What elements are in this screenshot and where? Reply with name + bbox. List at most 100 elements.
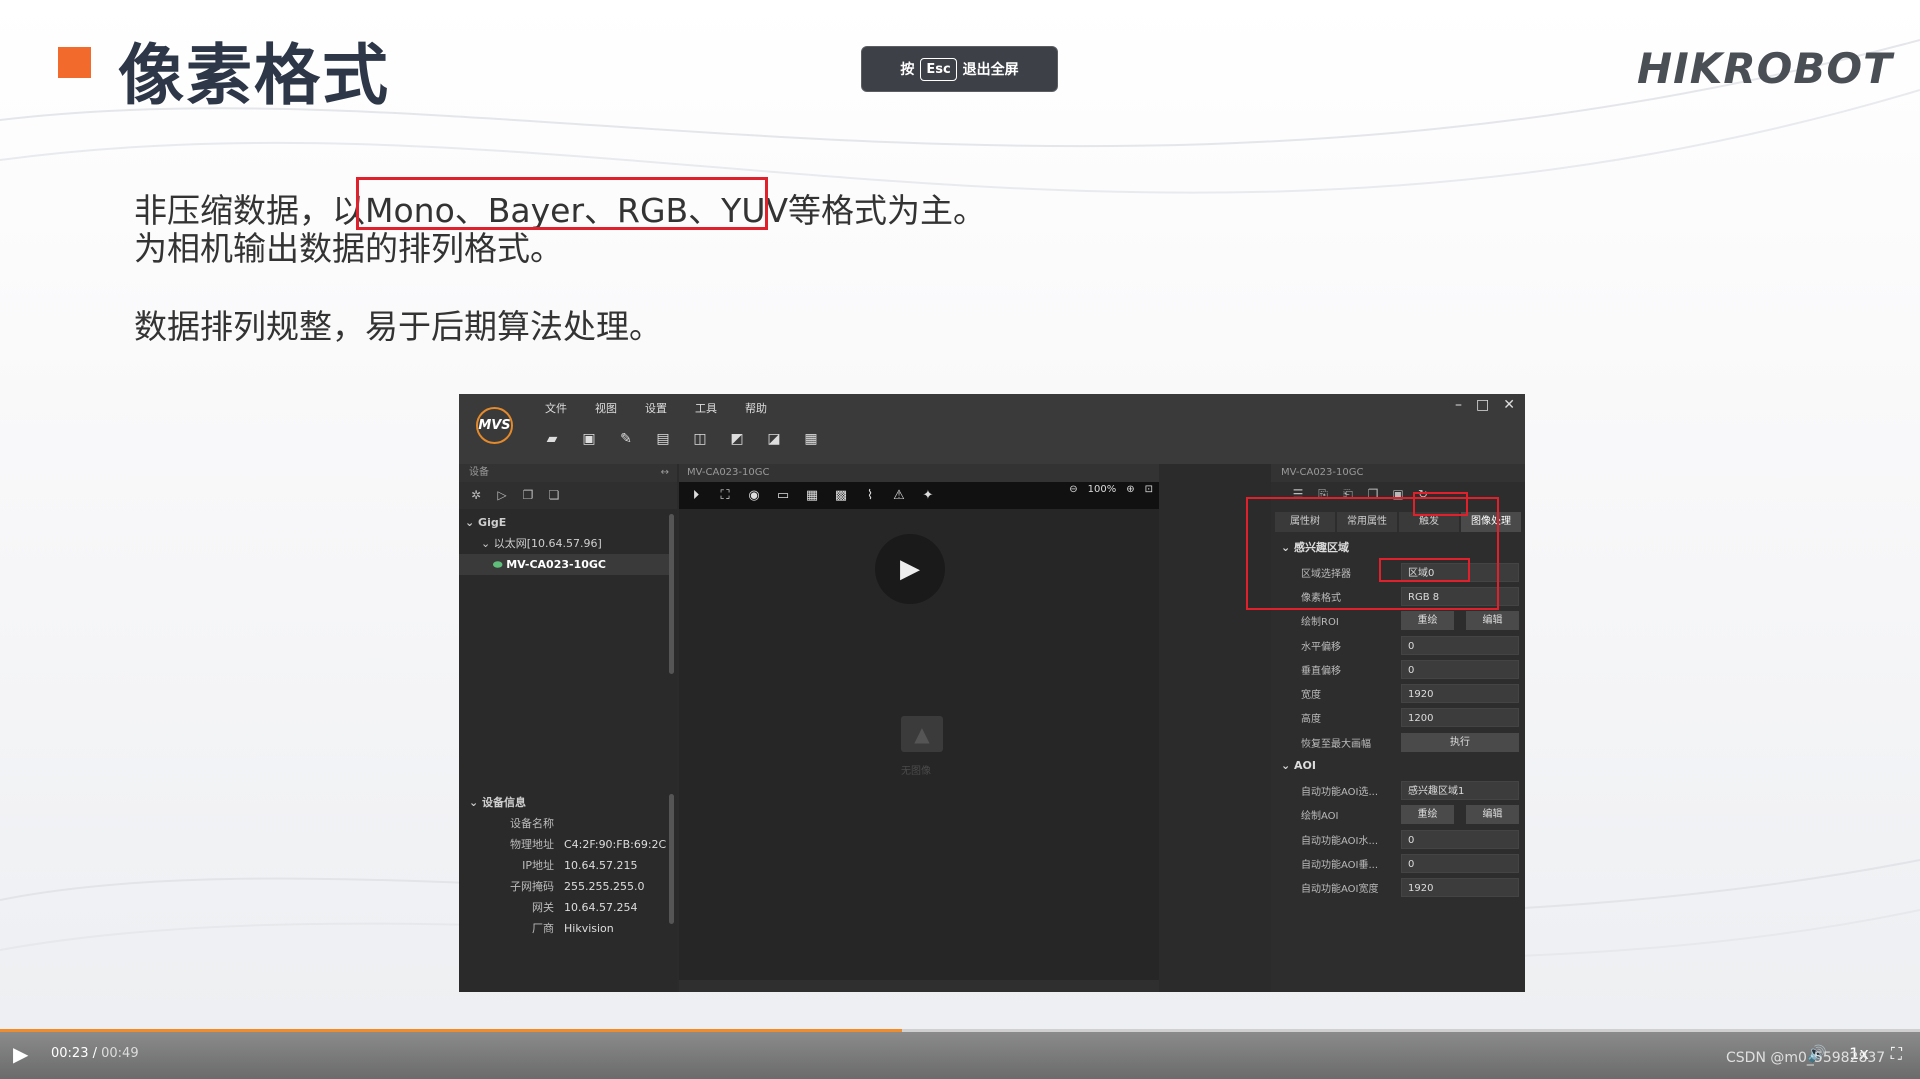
aoi-width-stepper[interactable]: 1920	[1401, 878, 1519, 898]
menu-file[interactable]: 文件	[545, 400, 567, 416]
menu: 文件 视图 设置 工具 帮助	[545, 400, 767, 416]
menu-tools[interactable]: 工具	[695, 400, 717, 416]
menu-help[interactable]: 帮助	[745, 400, 767, 416]
tree-network[interactable]: ⌄ 以太网[10.64.57.96]	[459, 533, 669, 554]
info-row: IP地址 10.64.57.215	[459, 855, 669, 876]
exit-fullscreen-hint[interactable]: 按 Esc 退出全屏	[861, 46, 1058, 92]
prop-label: 绘制ROI	[1301, 617, 1339, 629]
grid-icon[interactable]: ▦	[803, 487, 821, 505]
esc-key: Esc	[920, 57, 957, 81]
rgb-icon[interactable]: ✦	[919, 487, 937, 505]
edit-roi-button[interactable]: 编辑	[1466, 611, 1519, 631]
prop-label: 宽度	[1301, 690, 1321, 702]
info-scrollbar[interactable]	[669, 794, 674, 924]
crop-icon[interactable]: ⛶	[716, 487, 734, 505]
pixel-format-highlight-box	[1379, 558, 1470, 582]
zoom-out-icon[interactable]: ⊖	[1069, 484, 1077, 495]
camera-icon[interactable]: ◉	[745, 487, 763, 505]
viewer-title: MV-CA023-10GC	[679, 464, 1159, 482]
zoom-controls: ⊖ 100% ⊕ ⊡	[1069, 484, 1153, 495]
current-time: 00:23	[51, 1046, 89, 1061]
prop-label: 自动功能AOI水...	[1301, 835, 1379, 847]
record-icon[interactable]: ▭	[774, 487, 792, 505]
info-value: 10.64.57.215	[564, 859, 638, 872]
slide-title: 像素格式	[118, 37, 390, 114]
edit-aoi-button[interactable]: 编辑	[1466, 805, 1519, 825]
prop-row: 自动功能AOI选... 感兴趣区域1	[1271, 778, 1525, 802]
warning-icon[interactable]: ⚠	[890, 487, 908, 505]
window-icon[interactable]: ◫	[690, 429, 710, 449]
prop-row: 自动功能AOI垂... 0	[1271, 851, 1525, 875]
edit-icon[interactable]: ✎	[616, 429, 636, 449]
watermark: CSDN @m0_55982837	[1726, 1050, 1886, 1066]
waveform-icon[interactable]: ◩	[727, 429, 747, 449]
slide: 像素格式 按 Esc 退出全屏 HIKROBOT 非压缩数据，以Mono、Bay…	[0, 0, 1920, 1079]
video-play-button[interactable]: ▶	[875, 534, 945, 604]
grid-fine-icon[interactable]: ▩	[832, 487, 850, 505]
image-icon[interactable]: ◪	[764, 429, 784, 449]
fit-icon[interactable]: ⊡	[1145, 484, 1153, 495]
aoi-offset-x-stepper[interactable]: 0	[1401, 829, 1519, 849]
play-icon[interactable]: ▶	[13, 1042, 33, 1066]
redraw-roi-button[interactable]: 重绘	[1401, 611, 1454, 631]
height-stepper[interactable]: 1200	[1401, 708, 1519, 728]
save-icon[interactable]: ▣	[579, 429, 599, 449]
esc-prefix: 按	[900, 62, 915, 78]
info-row: 网关 10.64.57.254	[459, 897, 669, 918]
fullscreen-icon[interactable]: ⛶	[1891, 1044, 1902, 1064]
device-scrollbar[interactable]	[669, 514, 674, 674]
no-image-label: 无图像	[901, 766, 931, 777]
mvs-logo: MVS	[476, 407, 513, 444]
tree-group[interactable]: ⌄ GigE	[459, 512, 669, 533]
info-row: 物理地址 C4:2F:90:FB:69:2C	[459, 834, 669, 855]
aoi-offset-y-stepper[interactable]: 0	[1401, 853, 1519, 873]
execute-button[interactable]: 执行	[1401, 732, 1519, 752]
prop-label: 恢复至最大画幅	[1301, 738, 1371, 750]
play-icon[interactable]: ▷	[495, 488, 509, 502]
width-stepper[interactable]: 1920	[1401, 684, 1519, 704]
info-value: 255.255.255.0	[564, 880, 645, 893]
open-folder-icon[interactable]: ▰	[542, 429, 562, 449]
esc-suffix: 退出全屏	[962, 62, 1019, 78]
offset-y-stepper[interactable]: 0	[1401, 659, 1519, 679]
display-icon[interactable]: ▤	[653, 429, 673, 449]
redraw-aoi-button[interactable]: 重绘	[1401, 805, 1454, 825]
collapse-icon[interactable]: ↔	[661, 464, 669, 482]
progress-fill	[0, 1029, 903, 1032]
play-circle-icon[interactable]: ⏵	[687, 487, 705, 505]
maximize-icon[interactable]: □	[1476, 397, 1489, 413]
minimize-icon[interactable]: –	[1455, 397, 1462, 413]
progress-bar[interactable]	[0, 1029, 1920, 1032]
viewer-scrollbar[interactable]	[679, 980, 1159, 992]
document-icon[interactable]: ▦	[801, 429, 821, 449]
total-time: 00:49	[101, 1046, 139, 1061]
zoom-in-icon[interactable]: ⊕	[1126, 484, 1134, 495]
copy-icon[interactable]: ❐	[521, 488, 535, 502]
active-tab-highlight-box	[1413, 492, 1468, 516]
offset-x-stepper[interactable]: 0	[1401, 635, 1519, 655]
mvs-app-window: MVS 文件 视图 设置 工具 帮助 – □ ✕ ▰ ▣ ✎ ▤ ◫ ◩ ◪ ▦…	[459, 394, 1525, 992]
info-key: 物理地址	[510, 838, 554, 851]
chevron-down-icon: ⌄	[1281, 759, 1295, 773]
connect-icon[interactable]: ✲	[469, 488, 483, 502]
info-row: 子网掩码 255.255.255.0	[459, 876, 669, 897]
menu-settings[interactable]: 设置	[645, 400, 667, 416]
aoi-selector[interactable]: 感兴趣区域1	[1401, 781, 1519, 801]
image-viewer: MV-CA023-10GC ⏵ ⛶ ◉ ▭ ▦ ▩ ⌇ ⚠ ✦ ⊖ 100% ⊕…	[679, 464, 1159, 992]
chart-icon[interactable]: ⌇	[861, 487, 879, 505]
hikrobot-logo: HIKROBOT	[1637, 44, 1893, 93]
section-aoi[interactable]: ⌄ AOI	[1271, 754, 1525, 778]
info-row: 厂商 Hikvision	[459, 918, 669, 939]
prop-row: 高度 1200	[1271, 706, 1525, 730]
prop-label: 高度	[1301, 714, 1321, 726]
menu-view[interactable]: 视图	[595, 400, 617, 416]
tree-device[interactable]: ⬬ MV-CA023-10GC	[459, 554, 669, 575]
close-icon[interactable]: ✕	[1503, 397, 1515, 413]
prop-label: 绘制AOI	[1301, 811, 1339, 823]
prop-label: 自动功能AOI垂...	[1301, 859, 1379, 871]
body-line-3: 数据排列规整，易于后期算法处理。	[134, 307, 662, 346]
prop-row: 绘制AOI 重绘 编辑	[1271, 803, 1525, 827]
paste-icon[interactable]: ❏	[547, 488, 561, 502]
no-image-icon: ▲	[901, 716, 943, 752]
device-info-header[interactable]: ⌄ 设备信息	[459, 792, 669, 813]
